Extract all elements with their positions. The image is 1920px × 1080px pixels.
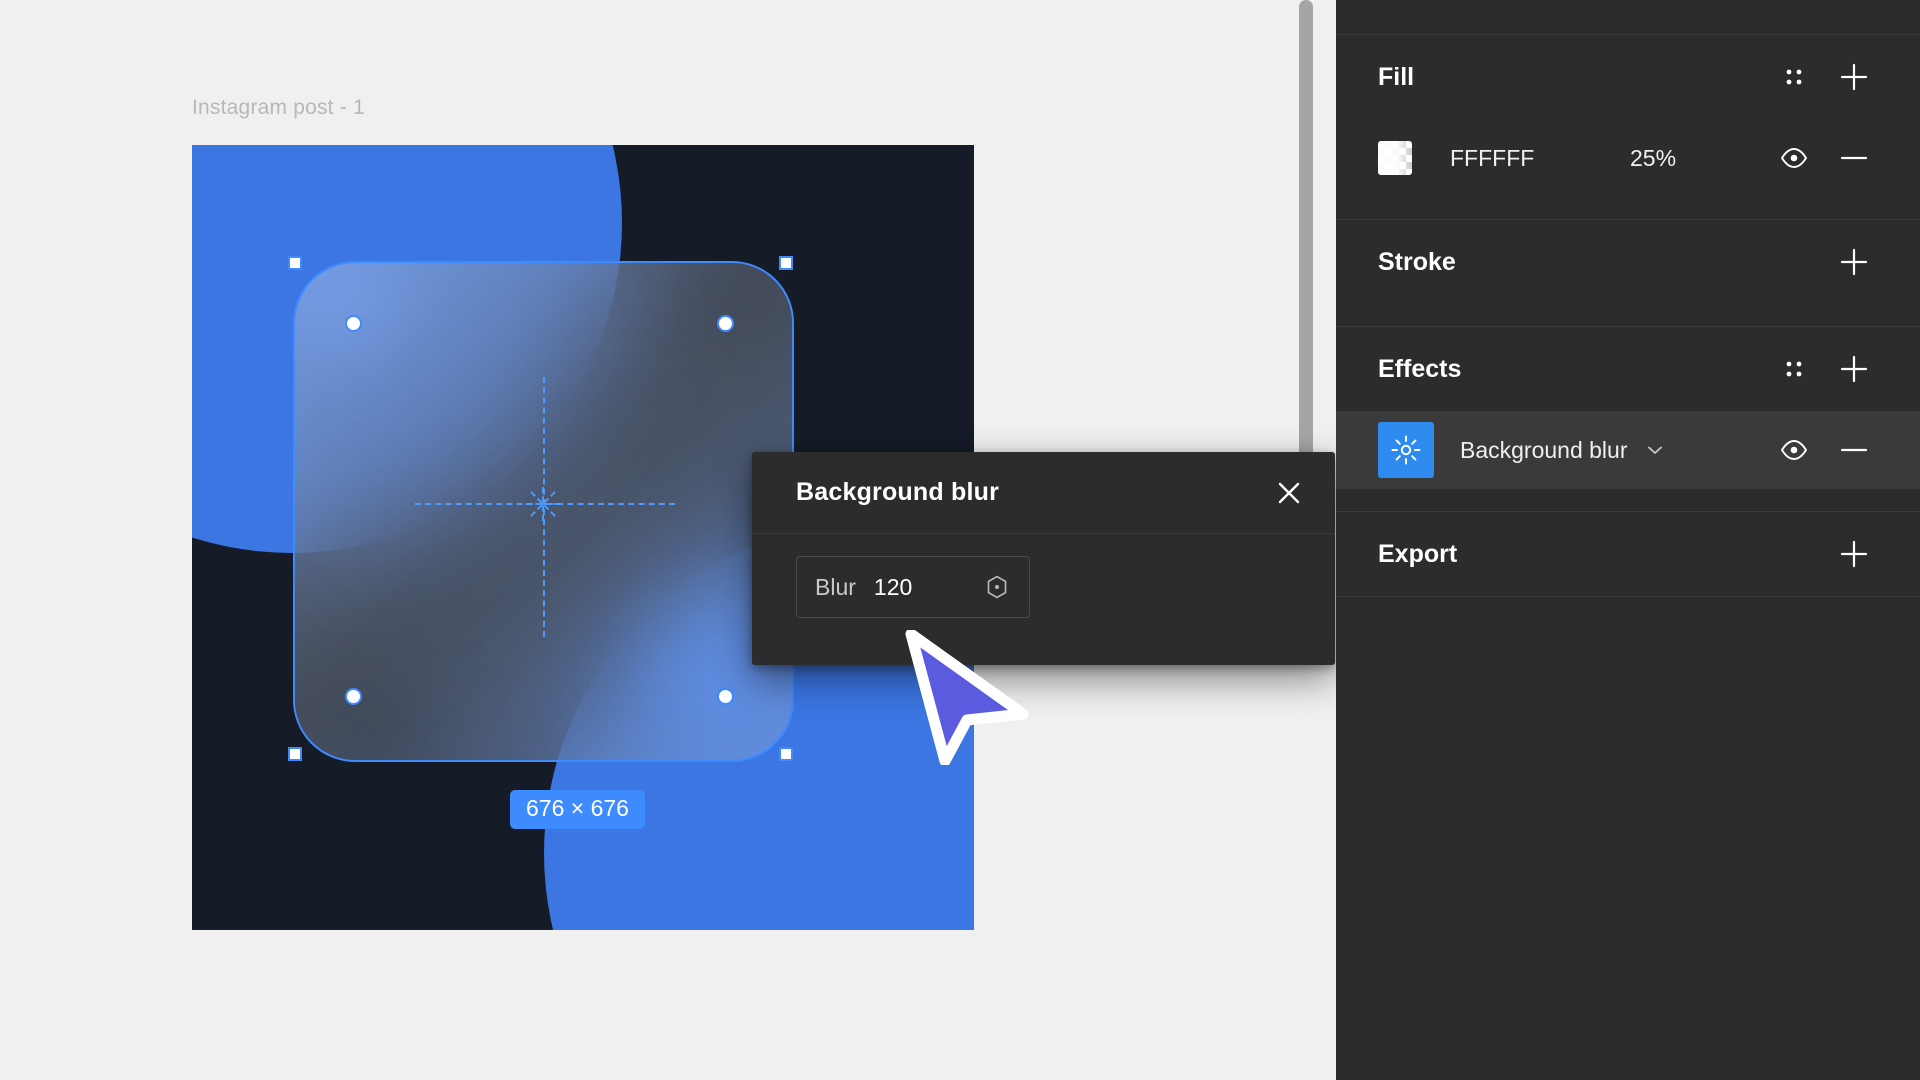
fill-section-title: Fill	[1378, 62, 1415, 91]
export-section-header: Export	[1336, 512, 1920, 596]
add-fill-plus-icon[interactable]	[1830, 53, 1878, 101]
resize-handle-top-left[interactable]	[288, 256, 302, 270]
close-icon[interactable]	[1267, 471, 1311, 515]
section-effects: Effects Background blur	[1336, 327, 1920, 511]
blur-value-input[interactable]: 120	[874, 574, 965, 601]
stroke-section-header: Stroke	[1336, 220, 1920, 304]
effects-section-header: Effects	[1336, 327, 1920, 411]
fill-paint-row[interactable]: FFFFFF 25%	[1336, 119, 1920, 197]
section-stroke: Stroke	[1336, 220, 1920, 326]
add-export-plus-icon[interactable]	[1830, 530, 1878, 578]
background-blur-icon[interactable]	[1378, 422, 1434, 478]
fill-remove-minus-icon[interactable]	[1830, 134, 1878, 182]
blur-input-group[interactable]: Blur 120	[796, 556, 1030, 618]
add-effect-plus-icon[interactable]	[1830, 345, 1878, 393]
fill-color-swatch[interactable]	[1378, 141, 1412, 175]
fill-section-header: Fill	[1336, 35, 1920, 119]
popup-body: Blur 120	[752, 534, 1335, 618]
canvas-scrollbar-thumb[interactable]	[1299, 0, 1313, 505]
properties-panel: Fill FFFFFF 25% Stroke Effects Backgroun…	[1336, 0, 1920, 1080]
corner-radius-handle-top-left[interactable]	[345, 315, 362, 332]
app-root: Instagram post - 1 676 × 676 Background …	[0, 0, 1920, 1080]
effect-styles-grid-icon[interactable]	[1770, 345, 1818, 393]
panel-top-spacer	[1336, 0, 1920, 34]
fill-hex-value[interactable]: FFFFFF	[1450, 145, 1630, 172]
hexagon-target-icon[interactable]	[983, 573, 1011, 601]
selection-size-badge: 676 × 676	[510, 790, 645, 829]
fill-opacity-value[interactable]: 25%	[1630, 145, 1750, 172]
effects-section-title: Effects	[1378, 354, 1462, 383]
styles-grid-icon[interactable]	[1770, 53, 1818, 101]
panel-divider-after-export	[1336, 596, 1920, 597]
resize-handle-bottom-right[interactable]	[779, 747, 793, 761]
resize-handle-top-right[interactable]	[779, 256, 793, 270]
blur-label: Blur	[815, 573, 856, 600]
fill-visibility-eye-icon[interactable]	[1770, 134, 1818, 182]
corner-radius-handle-top-right[interactable]	[717, 315, 734, 332]
export-section-title: Export	[1378, 539, 1458, 568]
corner-radius-handle-bottom-right[interactable]	[717, 688, 734, 705]
popup-header: Background blur	[752, 452, 1335, 534]
effect-remove-minus-icon[interactable]	[1830, 426, 1878, 474]
section-fill: Fill FFFFFF 25%	[1336, 35, 1920, 219]
background-blur-popup[interactable]: Background blur Blur 120	[752, 452, 1335, 665]
popup-title: Background blur	[796, 478, 1000, 506]
chevron-down-icon[interactable]	[1644, 439, 1666, 461]
section-export: Export	[1336, 512, 1920, 596]
effect-row-background-blur[interactable]: Background blur	[1336, 411, 1920, 489]
frame-label[interactable]: Instagram post - 1	[192, 96, 365, 120]
effect-visibility-eye-icon[interactable]	[1770, 426, 1818, 474]
corner-radius-handle-bottom-left[interactable]	[345, 688, 362, 705]
resize-handle-bottom-left[interactable]	[288, 747, 302, 761]
stroke-section-title: Stroke	[1378, 247, 1456, 276]
add-stroke-plus-icon[interactable]	[1830, 238, 1878, 286]
effect-name-label[interactable]: Background blur	[1460, 437, 1628, 464]
center-origin-star-icon	[523, 484, 563, 524]
